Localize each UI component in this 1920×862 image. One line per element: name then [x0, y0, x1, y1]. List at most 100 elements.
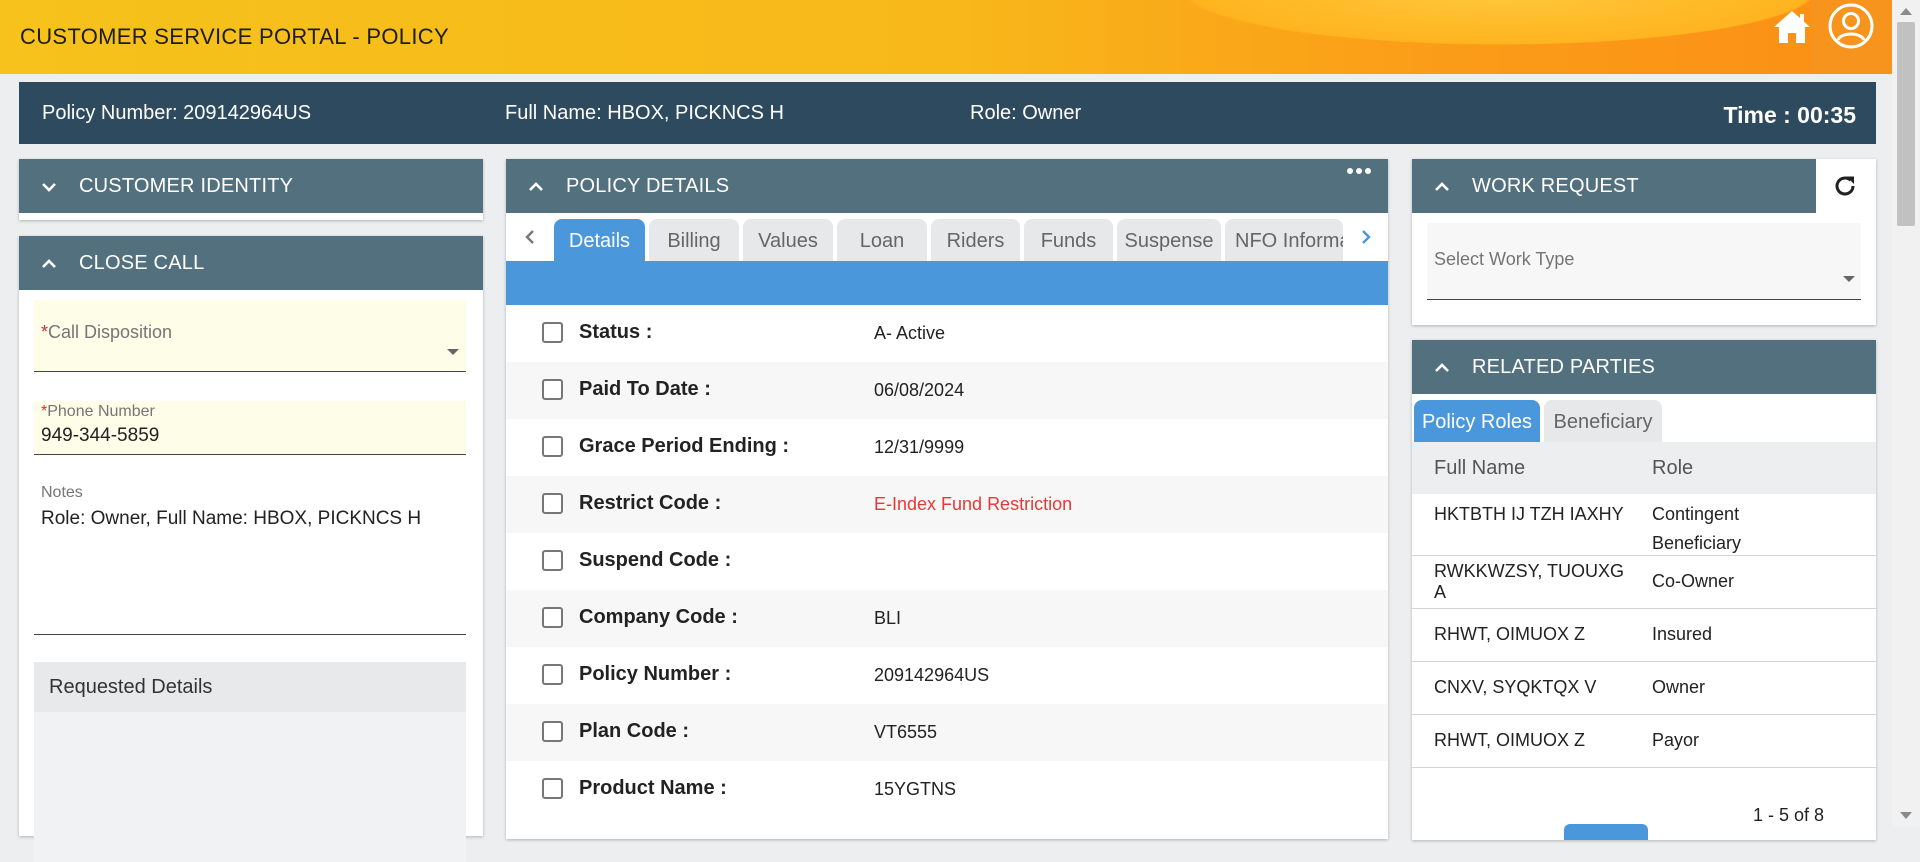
chevron-down-icon[interactable]	[39, 177, 59, 197]
row-label: Restrict Code	[579, 492, 710, 514]
tab-details[interactable]: Details	[554, 219, 645, 261]
tab-loan[interactable]: Loan	[837, 219, 927, 261]
chevron-right-icon[interactable]	[1356, 227, 1376, 247]
tab-billing[interactable]: Billing	[649, 219, 739, 261]
table-row[interactable]: RHWT, OIMUOX Z Payor	[1412, 715, 1876, 768]
requested-details-header: Requested Details	[34, 662, 466, 712]
party-role: Owner	[1652, 677, 1706, 697]
row-value: 209142964US	[874, 665, 990, 685]
detail-row-company-code: Company Code : BLI	[506, 590, 1388, 647]
row-value: VT6555	[874, 722, 938, 742]
requested-details-section: Requested Details	[34, 662, 466, 862]
party-name: RHWT, OIMUOX Z	[1434, 624, 1585, 644]
tab-content-header	[506, 261, 1388, 305]
row-label: Plan Code	[579, 720, 677, 742]
scroll-thumb[interactable]	[1897, 22, 1915, 226]
related-parties-panel: RELATED PARTIES Policy Roles Beneficiary…	[1412, 340, 1876, 840]
party-role: Insured	[1652, 624, 1713, 644]
table-row[interactable]: CNXV, SYQKTQX V Owner	[1412, 662, 1876, 715]
row-value: 06/08/2024	[874, 380, 965, 400]
column-header-role[interactable]: Role	[1652, 457, 1693, 480]
row-value: BLI	[874, 608, 902, 628]
phone-number-value[interactable]: 949-344-5859	[41, 425, 159, 447]
required-marker: *	[41, 322, 49, 342]
more-horizontal-icon[interactable]	[1346, 165, 1372, 177]
party-role: Contingent Beneficiary	[1652, 504, 1742, 553]
user-circle-icon[interactable]	[1827, 2, 1875, 50]
notes-value[interactable]: Role: Owner, Full Name: HBOX, PICKNCS H	[41, 508, 421, 530]
chevron-left-icon[interactable]	[520, 227, 540, 247]
call-disposition-select[interactable]: *Call Disposition	[34, 300, 466, 372]
tab-nfo-information[interactable]: NFO Informa	[1225, 219, 1343, 261]
close-call-title: CLOSE CALL	[79, 252, 205, 274]
pagination-button[interactable]	[1564, 824, 1648, 840]
scroll-down-arrow-icon[interactable]	[1900, 812, 1912, 819]
chevron-up-icon[interactable]	[1432, 358, 1452, 378]
table-row[interactable]: HKTBTH IJ TZH IAXHY Contingent Beneficia…	[1412, 494, 1876, 556]
row-checkbox[interactable]	[542, 493, 563, 514]
policy-number-info: Policy Number: 209142964US	[42, 102, 312, 124]
related-parties-tabs: Policy Roles Beneficiary	[1412, 394, 1876, 442]
row-label: Company Code	[579, 606, 726, 628]
detail-row-grace-period-ending: Grace Period Ending : 12/31/9999	[506, 419, 1388, 476]
phone-number-field[interactable]: *Phone Number 949-344-5859	[34, 401, 466, 455]
call-timer: Time : 00:35	[1723, 102, 1856, 128]
party-role: Co-Owner	[1652, 571, 1735, 591]
row-checkbox[interactable]	[542, 607, 563, 628]
tab-values[interactable]: Values	[743, 219, 833, 261]
close-call-panel: CLOSE CALL *Call Disposition *Phone Numb…	[19, 236, 483, 862]
home-icon[interactable]	[1770, 5, 1814, 49]
policy-details-header[interactable]: POLICY DETAILS	[506, 159, 1388, 213]
row-label: Status	[579, 321, 641, 343]
detail-row-paid-to-date: Paid To Date : 06/08/2024	[506, 362, 1388, 419]
dropdown-arrow-icon[interactable]	[447, 349, 459, 355]
table-row[interactable]: RWKKWZSY, TUOUXG A Co-Owner	[1412, 556, 1876, 609]
notes-field[interactable]: Notes Role: Owner, Full Name: HBOX, PICK…	[34, 484, 466, 635]
policy-details-tabs: Details Billing Values Loan Riders Funds…	[506, 213, 1388, 261]
row-checkbox[interactable]	[542, 664, 563, 685]
tab-policy-roles[interactable]: Policy Roles	[1414, 400, 1540, 442]
app-title: CUSTOMER SERVICE PORTAL - POLICY	[20, 24, 449, 49]
role-info: Role: Owner	[970, 102, 1082, 124]
notes-label: Notes	[41, 484, 83, 501]
table-header: Full Name Role	[1412, 442, 1876, 495]
dropdown-arrow-icon[interactable]	[1843, 276, 1855, 282]
party-role: Payor	[1652, 730, 1700, 750]
row-checkbox[interactable]	[542, 778, 563, 799]
pagination-range: 1 - 5 of 8	[1753, 805, 1825, 825]
user-menu[interactable]	[1812, 0, 1892, 74]
scroll-up-arrow-icon[interactable]	[1900, 8, 1912, 15]
party-name: HKTBTH IJ TZH IAXHY	[1434, 504, 1624, 524]
detail-row-plan-code: Plan Code : VT6555	[506, 704, 1388, 761]
row-label: Policy Number	[579, 663, 720, 685]
close-call-header[interactable]: CLOSE CALL	[19, 236, 483, 290]
tab-riders[interactable]: Riders	[931, 219, 1020, 261]
tab-funds[interactable]: Funds	[1024, 219, 1113, 261]
chevron-up-icon[interactable]	[39, 254, 59, 274]
customer-identity-header[interactable]: CUSTOMER IDENTITY	[19, 159, 483, 213]
row-checkbox[interactable]	[542, 379, 563, 400]
row-value: 15YGTNS	[874, 779, 957, 799]
column-header-full-name[interactable]: Full Name	[1434, 457, 1525, 480]
work-type-select[interactable]: Select Work Type	[1427, 223, 1861, 300]
refresh-icon[interactable]	[1831, 172, 1859, 200]
work-request-header[interactable]: WORK REQUEST	[1412, 159, 1816, 213]
row-label: Suspend Code	[579, 549, 720, 571]
chevron-up-icon[interactable]	[526, 177, 546, 197]
row-value: E-Index Fund Restriction	[874, 494, 1073, 514]
tab-beneficiary[interactable]: Beneficiary	[1544, 400, 1662, 442]
row-checkbox[interactable]	[542, 436, 563, 457]
row-checkbox[interactable]	[542, 721, 563, 742]
related-parties-title: RELATED PARTIES	[1472, 356, 1656, 378]
party-name: RWKKWZSY, TUOUXG A	[1434, 561, 1625, 602]
page-scrollbar[interactable]	[1892, 0, 1920, 827]
tab-suspense[interactable]: Suspense	[1117, 219, 1221, 261]
row-label: Product Name	[579, 777, 715, 799]
chevron-up-icon[interactable]	[1432, 177, 1452, 197]
customer-identity-panel: CUSTOMER IDENTITY	[19, 159, 483, 220]
row-checkbox[interactable]	[542, 322, 563, 343]
table-row[interactable]: RHWT, OIMUOX Z Insured	[1412, 609, 1876, 662]
row-checkbox[interactable]	[542, 550, 563, 571]
related-parties-header[interactable]: RELATED PARTIES	[1412, 340, 1876, 394]
row-label: Grace Period Ending	[579, 435, 777, 457]
